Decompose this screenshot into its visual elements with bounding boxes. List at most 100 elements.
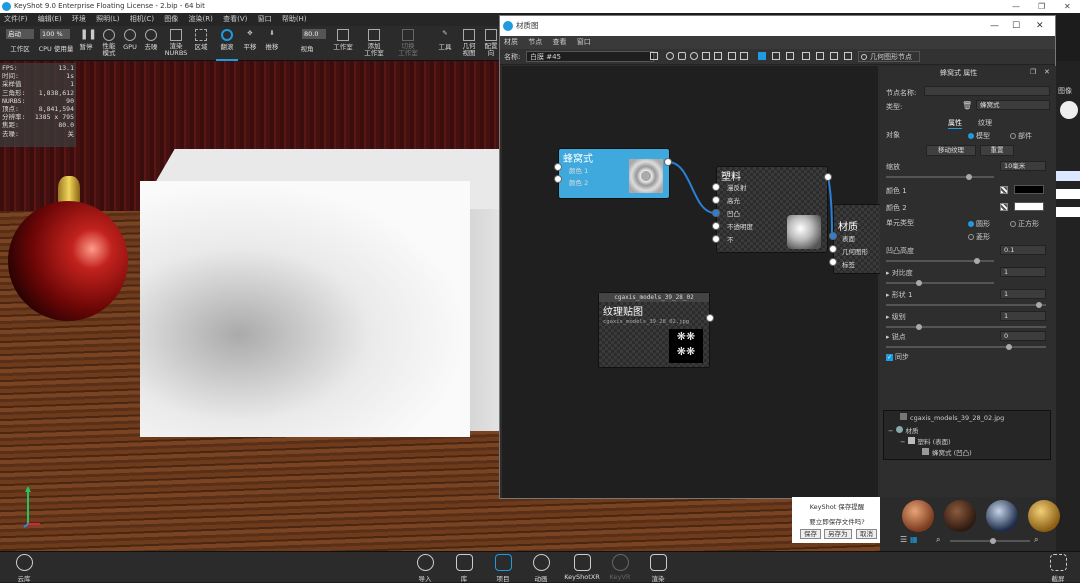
side-field[interactable] — [1056, 207, 1080, 217]
render-button[interactable]: 渲染 — [642, 554, 674, 583]
render-nurbs-button[interactable]: 渲染 NURBS — [164, 26, 188, 61]
white-cube-model[interactable] — [140, 181, 470, 437]
frame-icon[interactable] — [802, 52, 810, 60]
target-icon[interactable] — [690, 52, 698, 60]
slider-thumb[interactable] — [974, 258, 980, 264]
slider-thumb[interactable] — [966, 174, 972, 180]
texture-output-port[interactable] — [706, 314, 714, 322]
tree-item-honeycomb[interactable]: 蜂窝式 (凹凸) — [922, 447, 972, 457]
bump-height-input[interactable]: 0.1 — [1000, 245, 1046, 255]
cell-square-radio[interactable]: 正方形 — [1010, 219, 1039, 229]
texture-map-icon[interactable] — [1000, 186, 1008, 194]
contrast-input[interactable]: 1 — [1000, 267, 1046, 277]
sync-checkbox[interactable]: ✓ 同步 — [886, 352, 909, 362]
honeycomb-output-port[interactable] — [664, 158, 672, 166]
node-name-input[interactable] — [924, 86, 1050, 96]
region-button[interactable]: 区域 — [190, 26, 212, 61]
studio-button[interactable]: 工作室 — [330, 26, 356, 61]
close-icon[interactable]: ✕ — [1064, 0, 1071, 13]
pause-button[interactable]: ❚❚ 暂停 — [76, 26, 97, 61]
plastic-diffuse-port[interactable] — [712, 183, 720, 191]
shape1-input[interactable]: 1 — [1000, 289, 1046, 299]
christmas-ornament[interactable] — [8, 201, 128, 321]
tab-texture[interactable]: 纹理 — [978, 118, 992, 128]
maximize-icon[interactable]: ☐ — [1012, 16, 1020, 36]
sphere-icon[interactable] — [666, 52, 674, 60]
geometry-node-button[interactable]: 几何图形节点 — [858, 51, 920, 62]
layout-icon[interactable] — [678, 52, 686, 60]
color1-swatch[interactable] — [1014, 185, 1044, 194]
menu-edit[interactable]: 编辑(E) — [38, 15, 62, 23]
reset-button[interactable]: 重置 — [980, 145, 1014, 156]
slider-thumb[interactable] — [1006, 344, 1012, 350]
library-material-thumb[interactable] — [944, 500, 976, 532]
workspace-button[interactable]: 工作区 — [4, 26, 36, 61]
library-material-thumb[interactable] — [1028, 500, 1060, 532]
material-node-icon[interactable] — [758, 52, 766, 60]
minimize-icon[interactable]: — — [990, 16, 999, 36]
tree-item-plastic[interactable]: − 塑料 (表面) — [900, 436, 951, 446]
trash-icon[interactable]: 🗑 — [962, 101, 972, 110]
library-material-thumb[interactable] — [902, 500, 934, 532]
zoom-out-icon[interactable]: ⌕ — [936, 535, 940, 545]
slider-thumb[interactable] — [916, 324, 922, 330]
move-texture-button[interactable]: 移动纹理 — [926, 145, 976, 156]
sharp-point-slider[interactable] — [886, 344, 1046, 350]
performance-mode-button[interactable]: 性能 模式 — [98, 26, 120, 61]
animation-button[interactable]: 动画 — [525, 554, 557, 583]
restore-icon[interactable]: ❐ — [1038, 0, 1045, 13]
switch-studio-button[interactable]: 切换 工作室 — [394, 26, 422, 61]
tree-item-texture[interactable]: cgaxis_models_39_28_02.jpg — [900, 413, 1004, 422]
node-icon[interactable] — [714, 52, 722, 60]
link-icon[interactable] — [728, 52, 736, 60]
cell-diamond-radio[interactable]: 菱形 — [968, 232, 990, 242]
mg-menu-material[interactable]: 材质 — [504, 38, 518, 46]
grid-icon[interactable] — [702, 52, 710, 60]
menu-lighting[interactable]: 照明(L) — [96, 15, 119, 23]
plastic-specular-port[interactable] — [712, 196, 720, 204]
menu-camera[interactable]: 相机(C) — [130, 15, 154, 23]
dolly-button[interactable]: ⬇ 推移 — [262, 26, 282, 61]
configurator-button[interactable]: 配置 向 — [482, 26, 500, 61]
material-label-port[interactable] — [829, 258, 837, 266]
level-slider[interactable] — [886, 324, 1046, 330]
slider-thumb[interactable] — [1036, 302, 1042, 308]
material-node[interactable]: 材质 表面 几何图形 标签 — [833, 204, 883, 274]
gpu-button[interactable]: GPU — [120, 26, 140, 61]
object-part-radio[interactable]: 部件 — [1010, 131, 1032, 141]
library-button[interactable]: 库 — [448, 554, 480, 583]
mg-menu-window[interactable]: 窗口 — [577, 38, 591, 46]
import-button[interactable]: 导入 — [409, 554, 441, 583]
add-studio-button[interactable]: 添加 工作室 — [360, 26, 388, 61]
menu-help[interactable]: 帮助(H) — [282, 15, 307, 23]
menu-file[interactable]: 文件(F) — [4, 15, 28, 23]
fit-icon[interactable] — [816, 52, 824, 60]
close-icon[interactable]: ✕ — [1036, 16, 1044, 36]
thumbnail-size-slider[interactable] — [950, 538, 1030, 544]
bump-height-slider[interactable] — [886, 258, 994, 264]
menu-image[interactable]: 图像 — [164, 15, 178, 23]
color2-swatch[interactable] — [1014, 202, 1044, 211]
slider-thumb[interactable] — [916, 280, 922, 286]
plastic-output-port[interactable] — [824, 173, 832, 181]
grid-view-icon[interactable]: ▦ — [910, 535, 918, 544]
object-model-radio[interactable]: 模型 — [968, 131, 990, 141]
contrast-slider[interactable] — [886, 280, 994, 286]
scale-input[interactable]: 10毫米 — [1000, 161, 1046, 171]
shape1-slider[interactable] — [886, 302, 1046, 308]
cloud-library-button[interactable]: 云库 — [8, 554, 40, 583]
side-field[interactable] — [1056, 189, 1080, 199]
tab-properties[interactable]: 属性 — [948, 118, 962, 129]
honeycomb-node[interactable]: 蜂窝式 颜色 1 颜色 2 — [558, 148, 670, 199]
field-of-view-button[interactable]: 视角 — [296, 26, 318, 61]
texture-map-icon[interactable] — [1000, 203, 1008, 211]
keyshotxr-button[interactable]: KeyShotXR — [564, 554, 600, 581]
plastic-node[interactable]: 塑料 漫反射 高光 凹凸 不透明度 不 — [716, 166, 828, 253]
mg-menu-node[interactable]: 节点 — [528, 38, 542, 46]
split-icon[interactable] — [830, 52, 838, 60]
cpu-usage-button[interactable]: CPU 使用量 — [36, 26, 76, 61]
denoise-button[interactable]: 去噪 — [140, 26, 162, 61]
align-icon[interactable] — [844, 52, 852, 60]
save-button[interactable]: 保存 — [800, 529, 821, 539]
contrast-label[interactable]: ▸ 对比度 — [886, 268, 913, 278]
